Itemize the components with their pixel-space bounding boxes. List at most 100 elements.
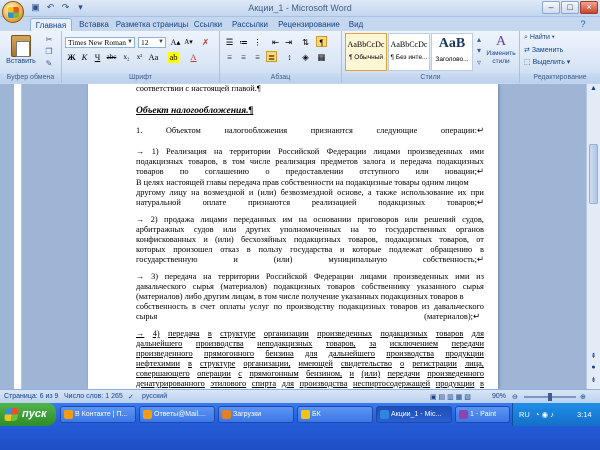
styles-scroll-down-icon[interactable]: ▾: [474, 46, 484, 56]
close-button[interactable]: ×: [580, 1, 598, 14]
sort-icon[interactable]: ⇅: [300, 37, 311, 48]
tab-home[interactable]: Главная: [30, 18, 72, 31]
shading-icon[interactable]: ◈: [300, 52, 311, 63]
line-spacing-icon[interactable]: ↕: [284, 52, 295, 63]
taskbar-item[interactable]: Загрузки: [218, 406, 294, 423]
styles-more-icon[interactable]: ▿: [474, 58, 484, 68]
font-color-icon[interactable]: A: [188, 52, 199, 63]
language-indicator[interactable]: RU: [519, 410, 530, 419]
document-word: натуральной: [136, 198, 181, 207]
find-button[interactable]: ⌕ Найти ▾: [524, 34, 555, 42]
document-word: для: [305, 349, 318, 358]
document-word: дальнейшего: [328, 349, 375, 358]
align-center-icon[interactable]: ≡: [238, 52, 249, 63]
page-counter[interactable]: Страница: 6 из 9: [4, 393, 58, 400]
document-word: неспиртосодержащей: [353, 379, 431, 388]
underline-button[interactable]: Ч: [92, 52, 103, 63]
document-word: этилового: [210, 379, 247, 388]
multilevel-list-icon[interactable]: ⋮: [252, 37, 263, 48]
paste-button[interactable]: Вставить: [4, 35, 38, 65]
next-page-icon[interactable]: ⇟: [588, 376, 599, 386]
tab-page-layout[interactable]: Разметка страницы: [114, 18, 190, 31]
grow-font-icon[interactable]: A▴: [170, 37, 181, 48]
document-word: залога: [362, 157, 386, 166]
maximize-button[interactable]: □: [561, 1, 579, 14]
font-name-combo[interactable]: Times New Roman ▼: [65, 37, 135, 48]
numbering-icon[interactable]: ≔: [238, 37, 249, 48]
change-styles-button[interactable]: A Изменить стили: [484, 34, 518, 66]
vertical-scrollbar[interactable]: ▲ ⇞ ● ⇟: [586, 84, 600, 389]
styles-scroll-up-icon[interactable]: ▴: [474, 35, 484, 45]
borders-icon[interactable]: ▦: [316, 52, 327, 63]
document-word: а: [367, 188, 372, 197]
document-page[interactable]: соответствии с настоящей главой.¶ Объект …: [88, 84, 498, 389]
style-normal[interactable]: AaBbCcDc ¶ Обычный: [345, 33, 387, 71]
tab-view[interactable]: Вид: [346, 18, 366, 31]
document-line: совершающего операции с прямогонным бензином…: [136, 369, 484, 379]
select-button[interactable]: ⬚ Выделить ▾: [524, 58, 570, 66]
shrink-font-icon[interactable]: A▾: [183, 37, 194, 48]
zoom-in-icon[interactable]: ⊕: [580, 393, 586, 401]
document-word: ими: [469, 147, 484, 156]
font-size-combo[interactable]: 12 ▼: [138, 37, 166, 48]
taskbar-item[interactable]: БК: [297, 406, 373, 423]
align-right-icon[interactable]: ≡: [252, 52, 263, 63]
zoom-out-icon[interactable]: ⊖: [512, 393, 518, 401]
document-line: 1. Объектом налогообложения признаются следу…: [136, 126, 484, 136]
justify-icon[interactable]: ≣: [266, 51, 277, 62]
scroll-up-icon[interactable]: ▲: [588, 85, 599, 95]
tab-insert[interactable]: Вставка: [76, 18, 112, 31]
bullets-icon[interactable]: ☰: [224, 37, 235, 48]
office-button[interactable]: [2, 1, 24, 23]
subscript-button[interactable]: x₂: [121, 52, 132, 63]
document-word: судов: [193, 225, 214, 234]
align-left-icon[interactable]: ≡: [224, 52, 235, 63]
taskbar-item[interactable]: 1 - Paint: [455, 406, 510, 423]
tab-mailings[interactable]: Рассылки: [228, 18, 272, 31]
tab-references[interactable]: Ссылки: [190, 18, 226, 31]
decrease-indent-icon[interactable]: ⇤: [270, 37, 281, 48]
zoom-level[interactable]: 90%: [492, 393, 506, 400]
taskbar-item[interactable]: В Контакте | П...: [60, 406, 136, 423]
view-buttons[interactable]: ▣ ▤ ▥ ▦ ▧: [430, 393, 471, 401]
taskbar-item-label: Акции_1 - Mic...: [391, 411, 442, 418]
change-case-icon[interactable]: Aa: [148, 52, 159, 63]
proofing-icon[interactable]: ✓: [128, 393, 134, 401]
copy-icon[interactable]: ❐: [44, 47, 54, 57]
document-word: для: [281, 379, 294, 388]
document-word: новации;↵: [444, 167, 484, 176]
superscript-button[interactable]: x²: [134, 52, 145, 63]
word-count[interactable]: Число слов: 1 265: [64, 393, 123, 400]
tray-icons[interactable]: ◔ ◉ ♪: [535, 410, 554, 419]
format-painter-icon[interactable]: ✎: [44, 59, 54, 69]
browse-object-icon[interactable]: ●: [588, 364, 599, 374]
italic-button[interactable]: К: [79, 52, 90, 63]
increase-indent-icon[interactable]: ⇥: [283, 37, 294, 48]
style-heading-1[interactable]: AaB Заголово...: [431, 33, 473, 71]
window-controls: – □ ×: [542, 1, 598, 14]
highlight-icon[interactable]: ab: [168, 52, 179, 63]
clear-formatting-icon[interactable]: ✗: [200, 37, 211, 48]
tab-review[interactable]: Рецензирование: [274, 18, 344, 31]
strikethrough-button[interactable]: abc: [106, 52, 117, 63]
document-word: признаются: [248, 198, 291, 207]
document-word: →: [136, 215, 145, 224]
replace-button[interactable]: ⇄ Заменить: [524, 46, 563, 54]
language[interactable]: русский: [142, 393, 167, 400]
document-word: уполномоченных: [279, 225, 342, 234]
taskbar-item[interactable]: Ответы@Mail....: [139, 406, 215, 423]
document-word: сырья: [462, 282, 484, 291]
clock[interactable]: 3:14: [577, 410, 592, 419]
style-no-spacing[interactable]: AaBbCcDc ¶ Без инте...: [388, 33, 430, 71]
document-word: давальческого: [433, 302, 484, 311]
minimize-button[interactable]: –: [542, 1, 560, 14]
bold-button[interactable]: Ж: [66, 52, 77, 63]
previous-page-icon[interactable]: ⇞: [588, 352, 599, 362]
start-button[interactable]: пуск: [0, 403, 56, 426]
zoom-slider-thumb[interactable]: [548, 393, 552, 401]
cut-icon[interactable]: ✂: [44, 35, 54, 45]
scrollbar-thumb[interactable]: [589, 144, 598, 204]
taskbar-item-active[interactable]: Акции_1 - Mic...: [376, 406, 452, 423]
show-formatting-marks-icon[interactable]: ¶: [316, 36, 327, 47]
help-icon[interactable]: ?: [576, 18, 590, 31]
